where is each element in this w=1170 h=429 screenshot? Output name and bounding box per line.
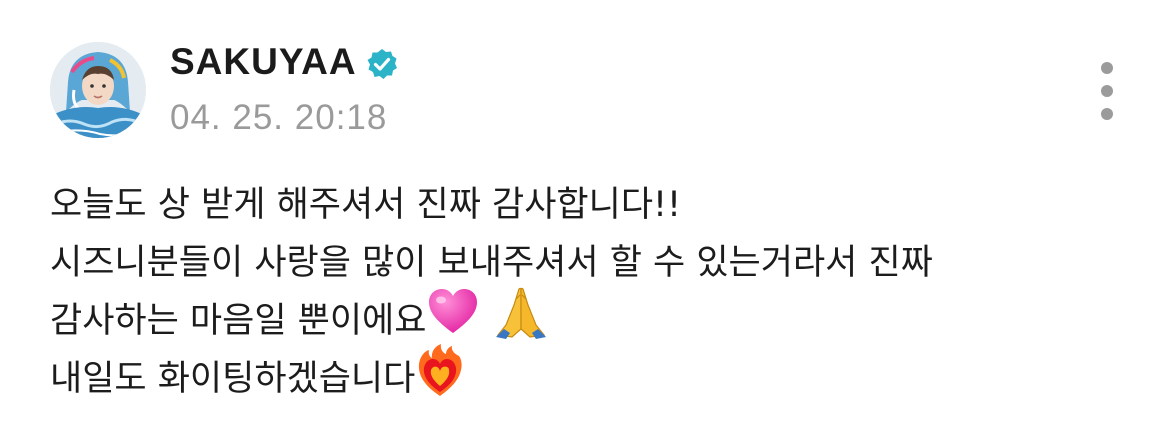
post-line: 오늘도 상 받게 해주셔서 진짜 감사합니다!! (50, 176, 1140, 234)
post-line-text: 시즈니분들이 사랑을 많이 보내주셔서 할 수 있는거라서 진짜 (50, 243, 933, 283)
post-line-text: 오늘도 상 받게 해주셔서 진짜 감사합니다!! (50, 185, 682, 225)
more-dot-icon (1101, 62, 1113, 74)
heart-on-fire-icon (415, 342, 465, 416)
more-options-button[interactable] (1092, 60, 1122, 122)
post-line: 시즈니분들이 사랑을 많이 보내주셔서 할 수 있는거라서 진짜 (50, 234, 1140, 292)
post-timestamp: 04. 25. 20:18 (170, 98, 388, 137)
more-dot-icon (1101, 108, 1113, 120)
post-card: SAKUYAA 04. 25. 20:18 오늘도 상 받게 해주셔서 진짜 감… (0, 0, 1170, 429)
more-dot-icon (1101, 85, 1113, 97)
post-line: 감사하는 마음일 뿐이에요 (50, 287, 1140, 350)
folded-hands-icon (492, 285, 550, 357)
post-line-text: 내일도 화이팅하겠습니다 (50, 359, 416, 399)
post-body: 오늘도 상 받게 해주셔서 진짜 감사합니다!! 시즈니분들이 사랑을 많이 보… (50, 176, 1140, 408)
author-header: SAKUYAA (170, 38, 399, 86)
verified-badge-icon (365, 45, 399, 79)
avatar[interactable] (50, 42, 146, 138)
post-line: 내일도 화이팅하겠습니다 (50, 344, 1140, 408)
author-name[interactable]: SAKUYAA (170, 38, 357, 86)
post-line-text: 감사하는 마음일 뿐이에요 (50, 301, 427, 341)
